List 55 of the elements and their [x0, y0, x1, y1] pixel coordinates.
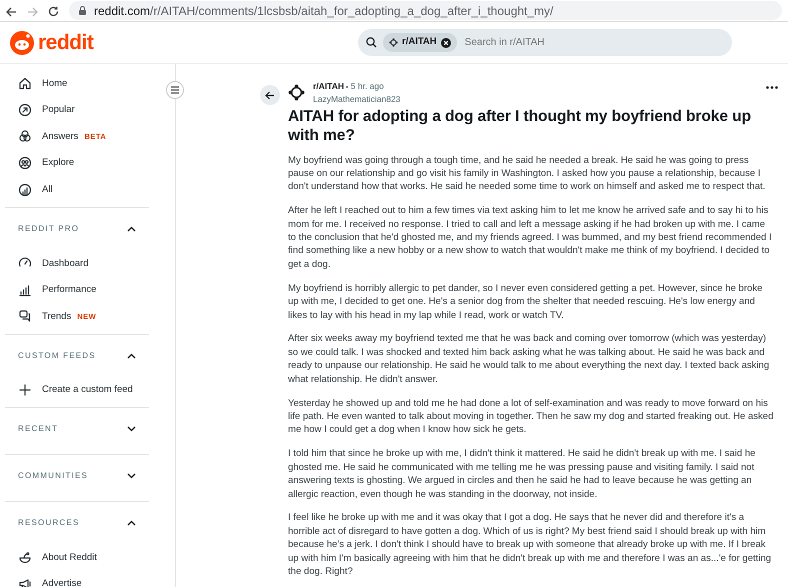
section-header[interactable]: REDDIT PRO — [18, 222, 136, 235]
circles-icon — [18, 129, 32, 144]
post-paragraph: I feel like he broke up with me and it was okay that I got a dog. He says that he never did and therefore it's a horrible act of disregard to have gotten a dog. Which of us is right? My best friend said I should break up with him because he's a jerk. I don't think I should have to break up with someone that already broke up with me. If I break up with him I'm basically agreeing with him that he didn't break up with me and therefore I was an as...'e for getting the dog. Right? — [288, 511, 772, 578]
community-icon — [389, 38, 398, 47]
sidebar-item[interactable]: Dashboard — [5, 250, 149, 277]
sidebar-item[interactable]: Explore — [5, 150, 149, 176]
home-icon — [18, 76, 32, 90]
sidebar-item[interactable]: Popular — [5, 96, 149, 124]
arrow-left-icon — [265, 90, 275, 100]
chevron-down-icon — [127, 473, 136, 480]
post-paragraph: I told him that since he broke up with me, I didn't think it mattered. He said he didn't break up with me. I said he ghosted me. He said he communicated with me telling me he was pressing pause and visiting family. I said not answering texts is ghosting. We argued in circles and then he said he had to leave because he was getting an allergic reaction, even though he was standing in the doorway, not inside. — [288, 447, 756, 501]
lock-icon — [79, 6, 86, 15]
menu-toggle-button[interactable] — [166, 81, 184, 99]
sidebar-item[interactable]: Create a custom feed — [5, 376, 149, 404]
plus-icon — [18, 383, 32, 398]
clear-icon[interactable] — [440, 38, 451, 48]
post-title: AITAH for adopting a dog after I thought my boyfriend broke up with me? — [288, 106, 752, 144]
bar-chart-icon — [18, 282, 32, 297]
author-link[interactable]: LazyMathematician823 — [313, 94, 400, 104]
megaphone-icon — [18, 577, 32, 587]
subreddit-link[interactable]: r/AITAH — [313, 81, 344, 91]
menu-icon — [170, 86, 180, 94]
sidebar-item[interactable]: Advertise — [5, 570, 149, 587]
chevron-up-icon — [127, 520, 136, 526]
community-chip[interactable]: r/AITAH — [383, 33, 457, 52]
people-circle-icon — [18, 156, 32, 170]
dot-icon — [346, 86, 348, 88]
more-icon — [766, 86, 778, 90]
chevron-up-icon — [127, 226, 136, 232]
sidebar-item[interactable]: Performance — [5, 276, 149, 304]
post-paragraph: My boyfriend is horribly allergic to pet dander, so I never even considered getting a pet. However, since he broke up with me, I decided to get one. He's a senior dog from the shelter that needed rescuing. He's low energy and likes to lay with his head in my lap while I read, work or watch TV. — [288, 282, 764, 322]
sidebar-item[interactable]: All — [5, 176, 149, 203]
section-header[interactable]: CUSTOM FEEDS — [18, 350, 136, 362]
post-paragraph: Yesterday he showed up and told me he had done a lot of self-examination and was ready to move forward on his life path. He even wanted to talk about moving in together. Then he saw my dog and started freaking out. He asked me how I could get a dog when I know how sick he gets. — [288, 396, 774, 437]
chevron-up-icon — [127, 352, 136, 359]
chart-circle-icon — [18, 182, 32, 197]
section-header[interactable]: RECENT — [18, 423, 136, 436]
arrow-circle-icon — [18, 102, 32, 117]
section-header[interactable]: COMMUNITIES — [18, 470, 136, 482]
community-icon[interactable] — [288, 84, 305, 102]
address-bar[interactable]: reddit.com/r/AITAH/comments/1lcsbsb/aitah_for_adopting_a_dog_after_i_thought_my/ — [69, 1, 782, 20]
post-paragraph: My boyfriend was going through a tough time, and he said he needed a break. He said he was going to press pause on our relationship and go visit his family in Washington. I asked how you pause a relationship, because I don't understand how that works. He said he needed some time to work on himself and asked me to respect that. — [288, 154, 766, 194]
chevron-down-icon — [127, 426, 136, 432]
back-button[interactable] — [260, 85, 280, 105]
search-field[interactable]: r/AITAH Search in r/AITAH — [358, 29, 732, 56]
sidebar-item[interactable]: About Reddit — [5, 544, 149, 571]
sidebar-item[interactable]: Home — [5, 70, 149, 97]
search-icon — [366, 37, 377, 48]
bowl-icon — [18, 550, 32, 565]
logo-icon[interactable] — [10, 30, 34, 54]
chat-bubbles-icon — [18, 309, 32, 324]
post-paragraph: After he left I reached out to him a few times via text asking him to let me know he arrived safe and to say hi to his mom for me. I received no response. I tried to call and left a message asking if he had broken up with me. I came to the conclusion that he'd ghosted me, and my friends agreed. I was bummed, and my best friend recommended I find something like a new hobby or a new show to watch that wouldn't make me think of my boyfriend. I decided to get a dog. — [288, 204, 773, 272]
post-paragraph: After six weeks away my boyfriend texted me that he was back and coming over tomorrow (which was yesterday) so we could talk. I was shocked and texted him back asking what he was talking about. He said he was back and ready to unpause our relationship. He said he would talk to me about everything the next day. I texted back asking what relationship. He didn't answer. — [288, 332, 770, 386]
post-time: 5 hr. ago — [350, 81, 384, 91]
section-header[interactable]: RESOURCES — [18, 517, 136, 530]
